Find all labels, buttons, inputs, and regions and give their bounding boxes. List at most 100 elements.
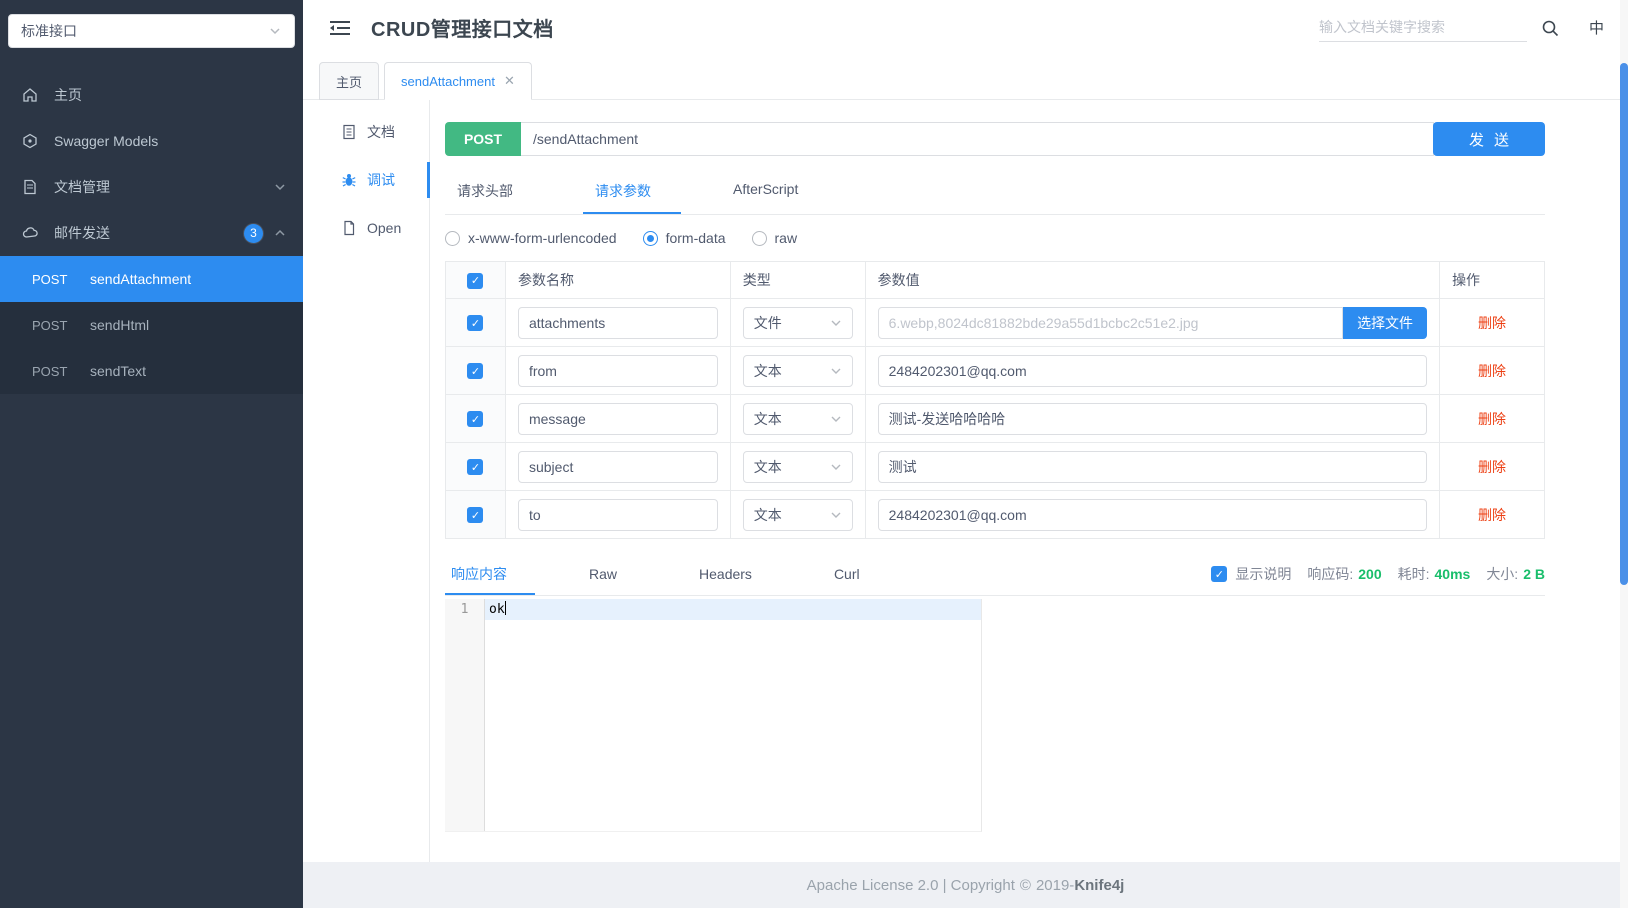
radio-label: raw xyxy=(774,230,798,246)
radio-label: form-data xyxy=(665,230,726,246)
radio-raw[interactable]: raw xyxy=(751,230,798,246)
api-item-sendhtml[interactable]: POST sendHtml xyxy=(0,302,303,348)
text-cursor xyxy=(504,601,506,615)
docnav-label: 调试 xyxy=(367,172,395,188)
table-row: ✓ 文本 删除 xyxy=(445,442,1545,491)
chevron-down-icon xyxy=(268,24,282,38)
choose-file-button[interactable]: 选择文件 xyxy=(1343,306,1428,339)
param-value-input[interactable] xyxy=(877,498,1428,531)
api-item-sendattachment[interactable]: POST sendAttachment xyxy=(0,256,303,302)
url-input[interactable] xyxy=(521,122,1434,156)
chevron-up-icon xyxy=(273,226,287,240)
params-header-row: ✓ 参数名称 类型 参数值 操作 xyxy=(445,261,1545,299)
param-type-select[interactable]: 文本 xyxy=(742,498,853,531)
table-row: ✓ 文本 删除 xyxy=(445,490,1545,539)
sidebar-item-mail-send[interactable]: 邮件发送 3 xyxy=(0,210,303,256)
tab-sendattachment[interactable]: sendAttachment ✕ xyxy=(384,62,532,100)
delete-row-link[interactable]: 删除 xyxy=(1452,361,1532,381)
radio-icon xyxy=(751,230,767,246)
tab-label: sendAttachment xyxy=(401,73,495,89)
tab-headers[interactable]: Headers xyxy=(693,555,780,593)
delete-row-link[interactable]: 删除 xyxy=(1452,457,1532,477)
status-code-label: 响应码: xyxy=(1307,566,1354,582)
active-code-line: ok xyxy=(485,599,981,620)
search-icon[interactable] xyxy=(1541,19,1559,37)
api-sub-menu: POST sendAttachment POST sendHtml POST s… xyxy=(0,256,303,394)
col-header-value: 参数值 xyxy=(864,261,1441,299)
chevron-down-icon xyxy=(273,180,287,194)
row-checkbox[interactable]: ✓ xyxy=(467,459,484,476)
editor-gutter: 1 xyxy=(445,599,485,831)
param-value-input[interactable] xyxy=(877,450,1428,483)
docnav-item-open[interactable]: Open xyxy=(303,204,429,252)
api-item-sendtext[interactable]: POST sendText xyxy=(0,348,303,394)
show-description-label: 显示说明 xyxy=(1235,566,1292,582)
delete-row-link[interactable]: 删除 xyxy=(1452,409,1532,429)
sidebar-item-swagger-models[interactable]: Swagger Models xyxy=(0,118,303,164)
param-name-input[interactable] xyxy=(517,402,718,435)
method-badge: POST xyxy=(445,122,521,156)
document-manage-icon xyxy=(22,179,38,195)
param-name-input[interactable] xyxy=(517,498,718,531)
docnav-item-doc[interactable]: 文档 xyxy=(303,108,429,156)
chevron-down-icon xyxy=(831,368,841,374)
param-type-select[interactable]: 文件 xyxy=(742,306,853,339)
param-name-input[interactable] xyxy=(517,306,718,339)
tab-raw[interactable]: Raw xyxy=(583,555,645,593)
tab-curl[interactable]: Curl xyxy=(828,555,888,593)
status-code-value: 200 xyxy=(1358,566,1382,582)
response-body-editor[interactable]: 1 ok xyxy=(445,599,982,832)
radio-x-www-form-urlencoded[interactable]: x-www-form-urlencoded xyxy=(445,230,617,246)
tab-label: 主页 xyxy=(336,74,363,90)
col-header-type: 类型 xyxy=(729,261,866,299)
tab-response-content[interactable]: 响应内容 xyxy=(445,553,535,595)
footer-brand: Knife4j xyxy=(1074,876,1125,894)
close-icon[interactable]: ✕ xyxy=(504,73,515,89)
docnav-label: 文档 xyxy=(367,124,395,140)
select-all-checkbox[interactable]: ✓ xyxy=(467,272,484,289)
tab-request-headers[interactable]: 请求头部 xyxy=(445,168,543,214)
tab-home[interactable]: 主页 xyxy=(319,62,380,100)
row-checkbox[interactable]: ✓ xyxy=(467,507,484,524)
send-button[interactable]: 发送 xyxy=(1433,122,1545,156)
param-type-select[interactable]: 文本 xyxy=(742,354,853,387)
code-text: ok xyxy=(489,602,505,617)
docnav-item-debug[interactable]: 调试 xyxy=(303,156,430,204)
vertical-scrollbar[interactable] xyxy=(1620,0,1628,908)
delete-row-link[interactable]: 删除 xyxy=(1452,313,1532,333)
request-tabs: 请求头部 请求参数 AfterScript xyxy=(445,168,1545,215)
sidebar-item-label: 主页 xyxy=(54,87,82,103)
tab-request-params[interactable]: 请求参数 xyxy=(583,168,681,214)
response-tabs-bar: 响应内容 Raw Headers Curl ✓ 显示说明 响应码: 200 耗时… xyxy=(445,553,1545,596)
editor-code-area[interactable]: ok xyxy=(485,599,981,831)
param-value-input[interactable] xyxy=(877,402,1428,435)
sidebar-item-doc-manage[interactable]: 文档管理 xyxy=(0,164,303,210)
row-checkbox[interactable]: ✓ xyxy=(467,363,484,380)
delete-row-link[interactable]: 删除 xyxy=(1452,505,1532,525)
language-toggle[interactable]: 中 xyxy=(1589,17,1604,38)
param-type-select[interactable]: 文本 xyxy=(742,402,853,435)
param-type-select[interactable]: 文本 xyxy=(742,450,853,483)
radio-form-data[interactable]: form-data xyxy=(642,230,726,246)
footer-year: 2019- xyxy=(1035,876,1075,894)
row-checkbox[interactable]: ✓ xyxy=(467,315,484,332)
chevron-down-icon xyxy=(831,464,841,470)
row-checkbox[interactable]: ✓ xyxy=(467,411,484,428)
search-input[interactable] xyxy=(1318,13,1527,42)
param-value-input[interactable] xyxy=(877,354,1428,387)
table-row: ✓ 文件 选择文件 删除 xyxy=(445,298,1545,347)
table-row: ✓ 文本 删除 xyxy=(445,394,1545,443)
tab-afterscript[interactable]: AfterScript xyxy=(721,168,828,214)
col-header-name: 参数名称 xyxy=(504,261,731,299)
sidebar-item-home[interactable]: 主页 xyxy=(0,72,303,118)
collapse-sidebar-icon[interactable] xyxy=(329,19,351,37)
select-value: 文本 xyxy=(753,506,782,523)
param-name-input[interactable] xyxy=(517,450,718,483)
param-name-input[interactable] xyxy=(517,354,718,387)
api-group-select[interactable]: 标准接口 xyxy=(8,14,295,48)
sidebar: 标准接口 主页 Swagger Models 文档管理 邮件发送 3 POST … xyxy=(0,0,303,908)
table-row: ✓ 文本 删除 xyxy=(445,346,1545,395)
col-header-action: 操作 xyxy=(1439,261,1545,299)
scrollbar-thumb[interactable] xyxy=(1620,63,1628,585)
show-description-checkbox[interactable]: ✓ xyxy=(1211,566,1228,582)
